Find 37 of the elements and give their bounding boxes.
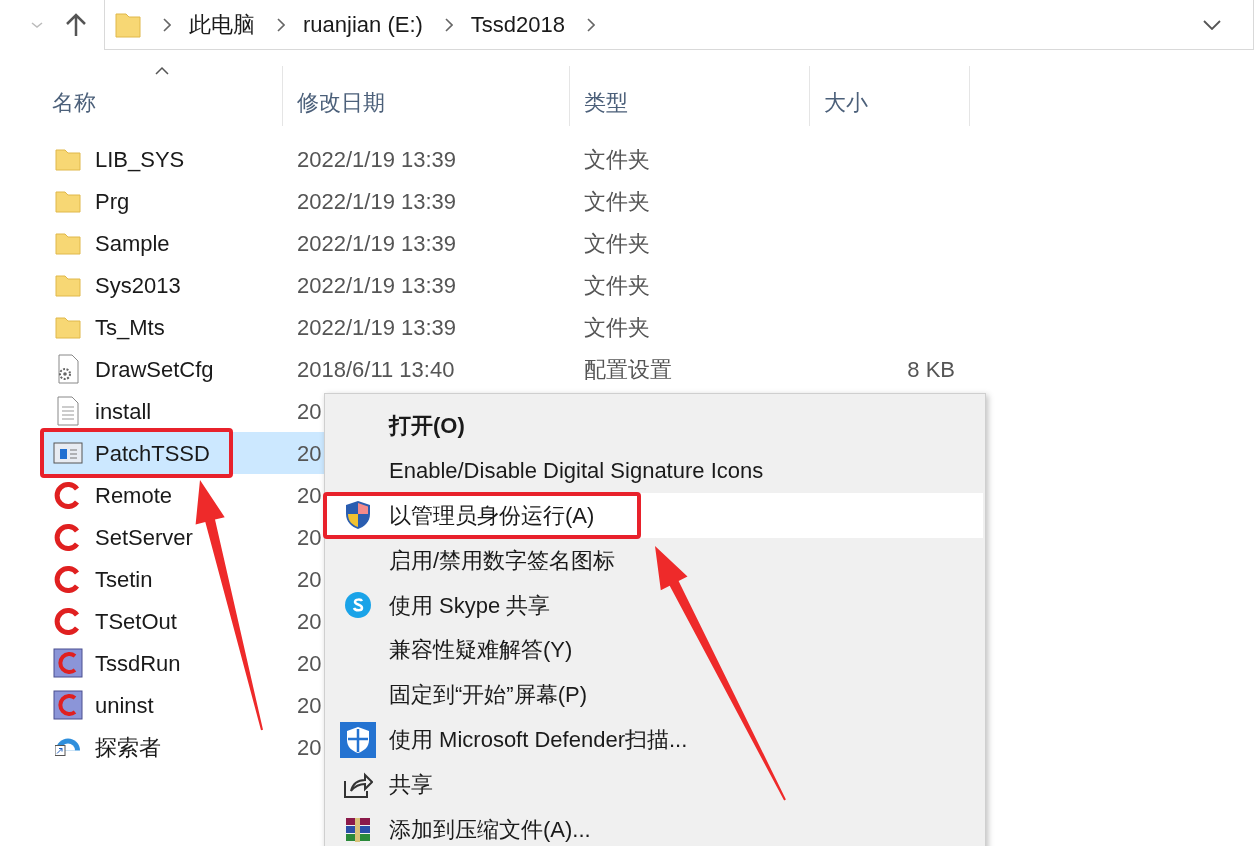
modified-date: 20 [297, 733, 322, 762]
modified-date: 20 [297, 691, 322, 720]
modified-date: 2018/6/11 13:40 [297, 355, 455, 384]
modified-date: 20 [297, 481, 322, 510]
modified-date: 2022/1/19 13:39 [297, 145, 457, 174]
modified-date: 2022/1/19 13:39 [297, 313, 457, 342]
file-type: 配置设置 [583, 355, 673, 384]
file-name: LIB_SYS [95, 145, 185, 174]
modified-date: 20 [297, 607, 322, 636]
file-type: 文件夹 [583, 229, 651, 258]
file-name: PatchTSSD [95, 439, 210, 468]
file-name: install [95, 397, 152, 426]
modified-date: 2022/1/19 13:39 [297, 187, 457, 216]
file-name: uninst [95, 691, 154, 720]
file-type: 文件夹 [583, 313, 651, 342]
file-type: 文件夹 [583, 271, 651, 300]
modified-date: 2022/1/19 13:39 [297, 271, 457, 300]
file-type: 文件夹 [583, 187, 651, 216]
modified-date: 2022/1/19 13:39 [297, 229, 457, 258]
modified-date: 20 [297, 439, 322, 468]
file-size: 8 KB [906, 355, 955, 384]
file-name: TssdRun [95, 649, 181, 678]
file-name: Tsetin [95, 565, 153, 594]
file-name: DrawSetCfg [95, 355, 214, 384]
file-name: TSetOut [95, 607, 177, 636]
file-name: Prg [95, 187, 130, 216]
file-name: SetServer [95, 523, 193, 552]
modified-date: 20 [297, 523, 322, 552]
modified-date: 20 [297, 565, 322, 594]
modified-date: 20 [297, 649, 322, 678]
modified-date: 20 [297, 397, 322, 426]
file-type: 文件夹 [583, 145, 651, 174]
file-name: Sample [95, 229, 170, 258]
file-name: Ts_Mts [95, 313, 165, 342]
file-name: Sys2013 [95, 271, 181, 300]
file-name: 探索者 [95, 733, 161, 762]
file-name: Remote [95, 481, 173, 510]
